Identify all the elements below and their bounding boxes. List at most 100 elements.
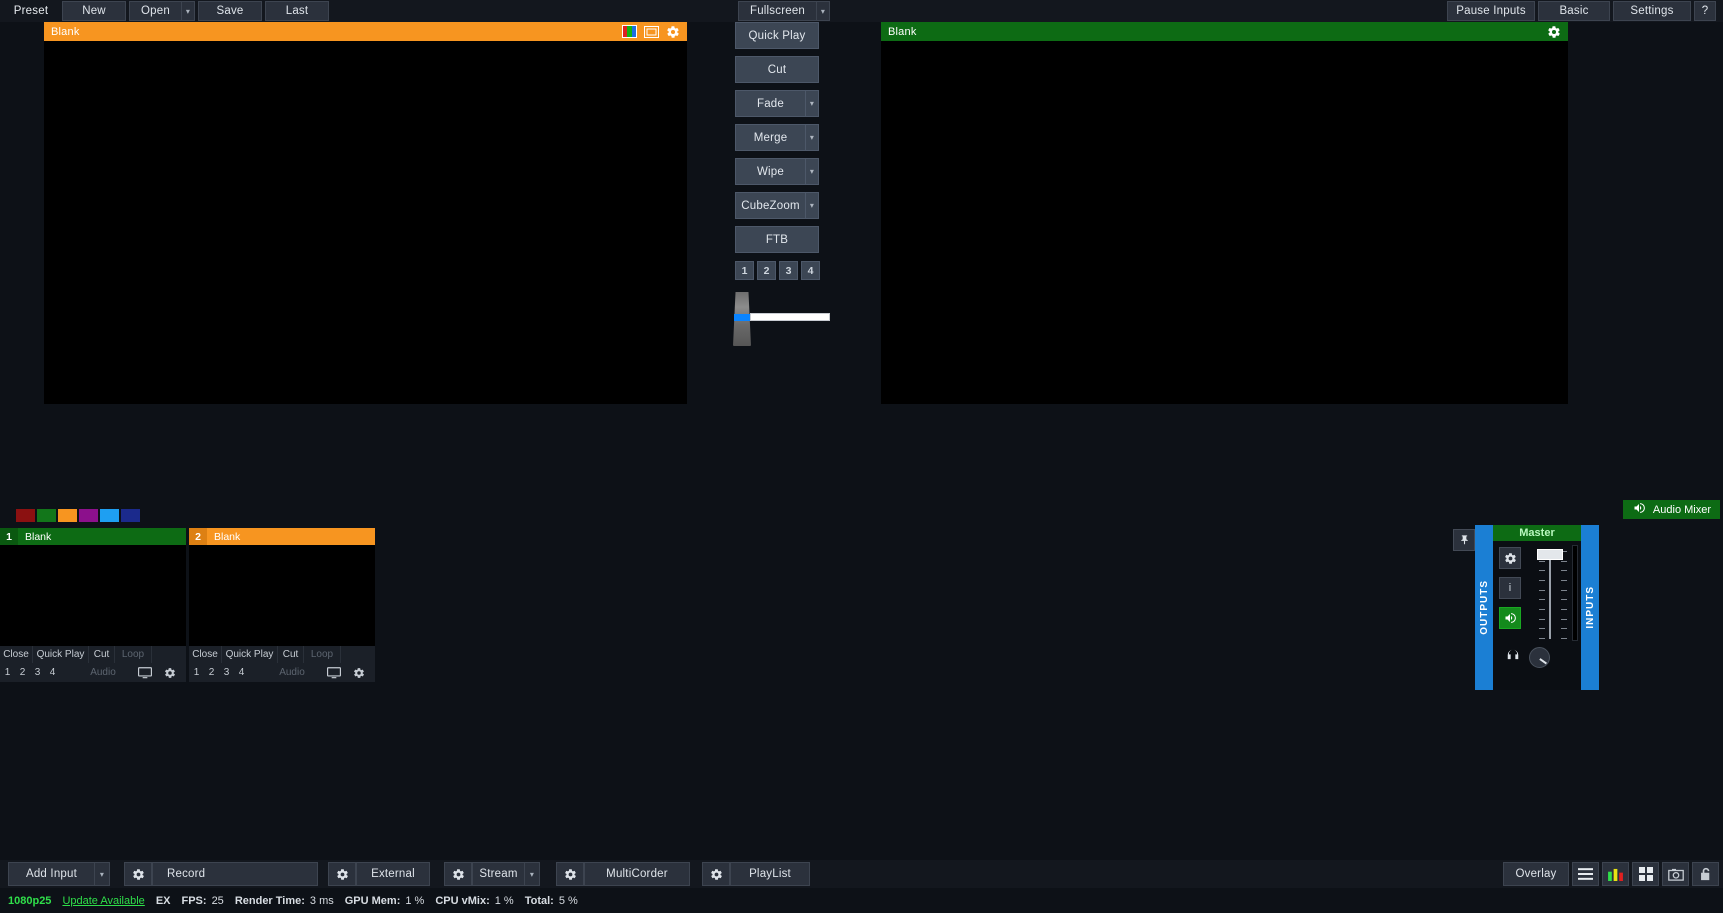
ftb-button[interactable]: FTB [735,226,819,253]
input-1-overlay-3[interactable]: 3 [30,663,45,682]
add-input-dropdown-icon[interactable]: ▾ [94,862,110,886]
headphones-volume-knob[interactable] [1529,647,1550,668]
input-2-quickplay-button[interactable]: Quick Play [222,646,278,663]
fader-rail[interactable] [1549,551,1551,639]
audio-mixer-tab[interactable]: Audio Mixer [1622,500,1720,519]
lock-icon[interactable] [1692,862,1719,886]
preview-window[interactable]: Blank [44,22,687,404]
help-button[interactable]: ? [1694,1,1716,21]
multicorder-settings-gear-icon[interactable] [556,862,584,886]
input-tile-2[interactable]: 2 Blank Close Quick Play Cut Loop 1 2 3 … [189,528,375,682]
open-preset-dropdown-icon[interactable]: ▾ [181,1,195,21]
open-preset-button[interactable]: Open [129,1,181,21]
t-bar-track[interactable] [750,313,830,321]
merge-dropdown-icon[interactable]: ▾ [805,124,819,151]
external-settings-gear-icon[interactable] [328,862,356,886]
record-settings-gear-icon[interactable] [124,862,152,886]
settings-button[interactable]: Settings [1613,1,1691,21]
inputs-tab[interactable]: INPUTS [1581,525,1599,690]
merge-button[interactable]: Merge [735,124,805,151]
tally-color-lightblue[interactable] [100,509,119,522]
headphones-icon[interactable] [1505,648,1521,667]
master-fader[interactable] [1527,547,1575,643]
last-preset-button[interactable]: Last [265,1,329,21]
input-1-cut-button[interactable]: Cut [89,646,115,663]
transition-preset-3[interactable]: 3 [779,261,798,280]
input-1-quickplay-button[interactable]: Quick Play [33,646,89,663]
input-tile-1[interactable]: 1 Blank Close Quick Play Cut Loop 1 2 3 … [0,528,186,682]
input-2-close-button[interactable]: Close [189,646,222,663]
transition-preset-1[interactable]: 1 [735,261,754,280]
input-1-overlay-2[interactable]: 2 [15,663,30,682]
input-2-cut-button[interactable]: Cut [278,646,304,663]
input-2-overlay-3[interactable]: 3 [219,663,234,682]
input-1-overlay-4[interactable]: 4 [45,663,60,682]
transition-preset-4[interactable]: 4 [801,261,820,280]
snapshot-camera-icon[interactable] [1662,862,1689,886]
external-button[interactable]: External [356,862,430,886]
input-1-overlay-1[interactable]: 1 [0,663,15,682]
program-settings-gear-icon[interactable] [1547,25,1561,39]
input-1-close-button[interactable]: Close [0,646,33,663]
tally-color-red[interactable] [16,509,35,522]
total-cpu-value: 5 % [558,894,578,907]
tally-color-orange[interactable] [58,509,77,522]
fade-button[interactable]: Fade [735,90,805,117]
save-preset-button[interactable]: Save [198,1,262,21]
fullscreen-button[interactable]: Fullscreen [738,1,816,21]
input-2-overlay-4[interactable]: 4 [234,663,249,682]
input-2-settings-gear-icon[interactable] [346,663,371,682]
update-available-link[interactable]: Update Available [62,895,144,907]
stream-button[interactable]: Stream [472,862,524,886]
playlist-settings-gear-icon[interactable] [702,862,730,886]
cubezoom-dropdown-icon[interactable]: ▾ [805,192,819,219]
new-preset-button[interactable]: New [62,1,126,21]
record-button[interactable]: Record [152,862,318,886]
playlist-button[interactable]: PlayList [730,862,810,886]
tally-color-darkblue[interactable] [121,509,140,522]
mixer-pin-icon[interactable] [1453,529,1475,551]
input-1-settings-gear-icon[interactable] [157,663,182,682]
overlay-button[interactable]: Overlay [1503,862,1569,886]
master-button-column: i [1499,547,1521,643]
audio-meter-icon[interactable] [1602,862,1629,886]
fade-dropdown-icon[interactable]: ▾ [805,90,819,117]
input-2-overlay-1[interactable]: 1 [189,663,204,682]
wipe-row: Wipe ▾ [735,158,819,185]
master-settings-gear-icon[interactable] [1499,547,1521,569]
cubezoom-button[interactable]: CubeZoom [735,192,805,219]
basic-mode-button[interactable]: Basic [1538,1,1610,21]
multiview-grid-icon[interactable] [1632,862,1659,886]
master-mute-toggle-icon[interactable] [1499,607,1521,629]
transition-preset-2[interactable]: 2 [757,261,776,280]
stream-dropdown-icon[interactable]: ▾ [524,862,540,886]
input-2-thumbnail[interactable] [189,545,375,646]
window-layout-icon[interactable] [644,25,659,38]
hamburger-menu-icon[interactable] [1572,862,1599,886]
tally-color-magenta[interactable] [79,509,98,522]
input-1-thumbnail[interactable] [0,545,186,646]
fader-handle[interactable] [1537,549,1563,560]
tally-color-green[interactable] [37,509,56,522]
fps-value: 25 [211,894,224,907]
program-video-area[interactable] [881,41,1568,404]
add-input-button[interactable]: Add Input [8,862,94,886]
outputs-tab[interactable]: OUTPUTS [1475,525,1493,690]
input-2-display-icon[interactable] [321,663,346,682]
program-window[interactable]: Blank [881,22,1568,404]
preview-settings-gear-icon[interactable] [666,25,680,39]
color-bars-icon[interactable] [622,25,637,38]
wipe-button[interactable]: Wipe [735,158,805,185]
multicorder-button[interactable]: MultiCorder [584,862,690,886]
fullscreen-dropdown-icon[interactable]: ▾ [816,1,830,21]
master-solo-button[interactable]: i [1499,577,1521,599]
stream-settings-gear-icon[interactable] [444,862,472,886]
cut-button[interactable]: Cut [735,56,819,83]
t-bar[interactable] [733,292,843,346]
input-1-display-icon[interactable] [132,663,157,682]
preview-video-area[interactable] [44,41,687,404]
input-2-overlay-2[interactable]: 2 [204,663,219,682]
wipe-dropdown-icon[interactable]: ▾ [805,158,819,185]
quick-play-button[interactable]: Quick Play [735,22,819,49]
pause-inputs-button[interactable]: Pause Inputs [1447,1,1535,21]
